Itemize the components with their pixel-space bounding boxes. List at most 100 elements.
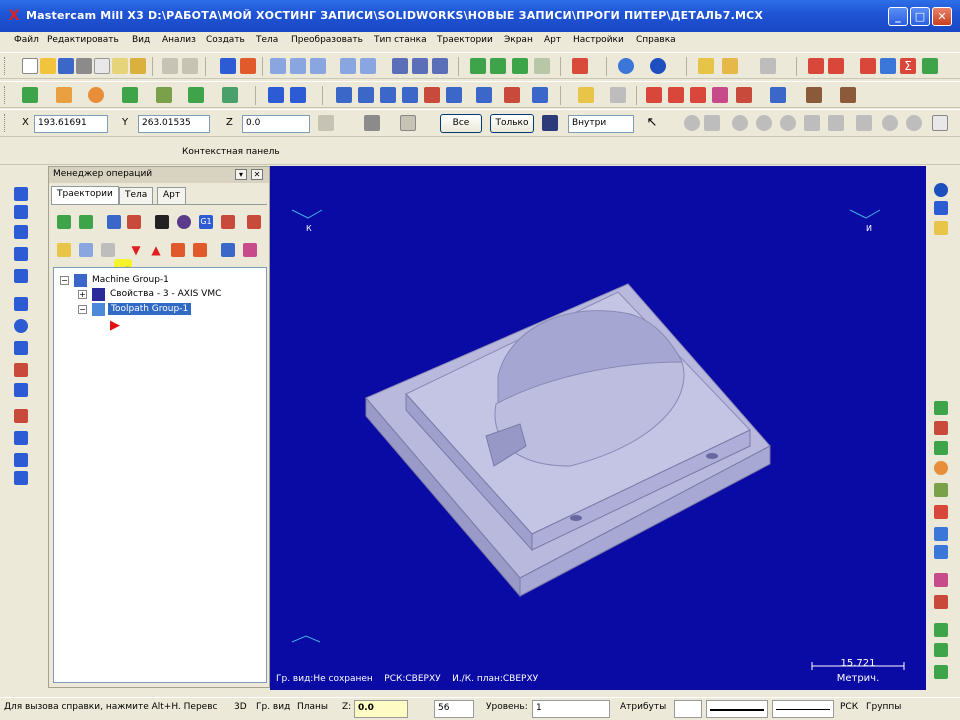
pencil-icon[interactable] — [698, 58, 714, 74]
delete-ops-icon[interactable] — [247, 215, 261, 229]
operations-tree[interactable]: − Machine Group-1 + Свойства - 3 - AXIS … — [53, 267, 267, 683]
fast-point-icon[interactable] — [318, 115, 334, 131]
expand-toggle-icon[interactable]: + — [78, 290, 87, 299]
gview-button[interactable]: Гр. вид — [256, 702, 290, 712]
palette-icon[interactable] — [934, 573, 948, 587]
connect-icon[interactable] — [880, 58, 896, 74]
insert-arrow-marker-icon[interactable]: ▶ — [110, 318, 120, 333]
xform-mirror-icon[interactable] — [336, 87, 352, 103]
menu-art[interactable]: Арт — [544, 35, 561, 45]
level-field[interactable]: 1 — [532, 700, 610, 718]
globe-view-icon[interactable] — [618, 58, 634, 74]
sphere-view-icon[interactable] — [650, 58, 666, 74]
xform-roll-icon[interactable] — [424, 87, 440, 103]
toolpath-circle-icon[interactable] — [14, 409, 28, 423]
table-icon[interactable] — [668, 87, 684, 103]
tab-toolpaths[interactable]: Траектории — [51, 186, 119, 204]
menu-solids[interactable]: Тела — [256, 35, 278, 45]
autocursor-help-icon[interactable] — [932, 115, 948, 131]
highfeed-icon[interactable] — [221, 215, 235, 229]
toolpath-down-icon[interactable] — [14, 247, 28, 261]
menu-edit[interactable]: Редактировать — [47, 35, 119, 45]
verify-icon[interactable] — [704, 115, 720, 131]
xform-project-icon[interactable] — [532, 87, 548, 103]
select-all-button[interactable]: Все — [440, 114, 482, 133]
menu-analyze[interactable]: Анализ — [162, 35, 196, 45]
panel-pin-button[interactable]: ▾ — [235, 169, 247, 180]
repaint-icon[interactable] — [392, 58, 408, 74]
sigma-icon[interactable]: Σ — [900, 58, 916, 74]
menu-create[interactable]: Создать — [206, 35, 245, 45]
xform-stretch-icon[interactable] — [446, 87, 462, 103]
menu-settings[interactable]: Настройки — [573, 35, 624, 45]
move-down-icon[interactable]: ▼ — [129, 243, 143, 257]
tab-solids[interactable]: Тела — [119, 187, 154, 204]
trim-icon[interactable] — [222, 87, 238, 103]
grid-icon[interactable] — [646, 87, 662, 103]
pattern-icon[interactable] — [736, 87, 752, 103]
create-circle-icon[interactable] — [934, 461, 948, 475]
note-icon[interactable] — [690, 87, 706, 103]
create-rect-icon[interactable] — [934, 505, 948, 519]
toggle-display-icon[interactable] — [79, 243, 93, 257]
line-style-field[interactable] — [706, 700, 768, 718]
shade5-icon[interactable] — [828, 115, 844, 131]
tree-toolpath-group[interactable]: Toolpath Group-1 — [108, 303, 192, 315]
dim-icon[interactable] — [770, 87, 786, 103]
toolpath-wire-icon[interactable] — [14, 363, 28, 377]
x-coordinate-field[interactable]: 193.61691 — [34, 115, 108, 133]
select-only-button[interactable]: Только — [490, 114, 534, 133]
create-spline-icon[interactable] — [934, 527, 948, 541]
undo-icon[interactable] — [162, 58, 178, 74]
toolpath-arc-icon[interactable] — [14, 225, 28, 239]
toolpath-pocket-icon[interactable] — [14, 269, 28, 283]
analyze-icon[interactable] — [578, 87, 594, 103]
hidden-line-icon[interactable] — [432, 58, 448, 74]
menu-xform[interactable]: Преобразовать — [291, 35, 363, 45]
y-coordinate-field[interactable]: 263.01535 — [138, 115, 210, 133]
autocursor-config-icon[interactable] — [364, 115, 380, 131]
point-icon[interactable] — [22, 87, 38, 103]
xform-array-icon[interactable] — [476, 87, 492, 103]
zoom-window-icon[interactable] — [270, 58, 286, 74]
part-model[interactable] — [270, 166, 926, 690]
clear-selection-icon[interactable] — [906, 115, 922, 131]
3d-toggle[interactable]: 3D — [234, 702, 247, 712]
shade3-icon[interactable] — [780, 115, 796, 131]
level-icon[interactable] — [840, 87, 856, 103]
create-line-icon[interactable] — [934, 441, 948, 455]
blank-icon[interactable] — [806, 87, 822, 103]
rectangle-icon[interactable] — [122, 87, 138, 103]
chain-mode-icon[interactable] — [542, 115, 558, 131]
toolpath-trim-icon[interactable] — [14, 471, 28, 485]
move-up-icon[interactable]: ▲ — [149, 243, 163, 257]
open-file-icon[interactable] — [40, 58, 56, 74]
mill-machine-icon[interactable] — [572, 58, 588, 74]
regenerate-dirty-icon[interactable] — [127, 215, 141, 229]
create-point-icon[interactable] — [934, 401, 948, 415]
edit-icon[interactable] — [112, 58, 128, 74]
query-icon[interactable] — [808, 58, 824, 74]
save-as-icon[interactable] — [94, 58, 110, 74]
redo-icon[interactable] — [182, 58, 198, 74]
xform-scale-icon[interactable] — [380, 87, 396, 103]
arrow-cursor-icon[interactable]: ↖ — [644, 115, 660, 131]
xform-rotate-icon[interactable] — [358, 87, 374, 103]
end-selection-icon[interactable] — [856, 115, 872, 131]
exit-icon[interactable] — [922, 58, 938, 74]
menu-toolpaths[interactable]: Траектории — [437, 35, 493, 45]
palette2-icon[interactable] — [934, 595, 948, 609]
delete-icon[interactable] — [240, 58, 256, 74]
tree-machine-group[interactable]: Machine Group-1 — [92, 275, 169, 285]
line-width-field[interactable] — [772, 700, 834, 718]
star-icon[interactable] — [722, 58, 738, 74]
shade4-icon[interactable] — [804, 115, 820, 131]
graphics-viewport[interactable]: К И 15.721 Метрич. Гр. вид:Не сохранен Р… — [270, 166, 926, 690]
z-coordinate-field[interactable]: 0.0 — [242, 115, 310, 133]
backplot-icon[interactable] — [155, 215, 169, 229]
help-icon[interactable] — [400, 115, 416, 131]
palette4-icon[interactable] — [934, 643, 948, 657]
toolbar-grip[interactable] — [4, 57, 7, 75]
menu-machine-type[interactable]: Тип станка — [374, 35, 427, 45]
snap-icon[interactable] — [684, 115, 700, 131]
